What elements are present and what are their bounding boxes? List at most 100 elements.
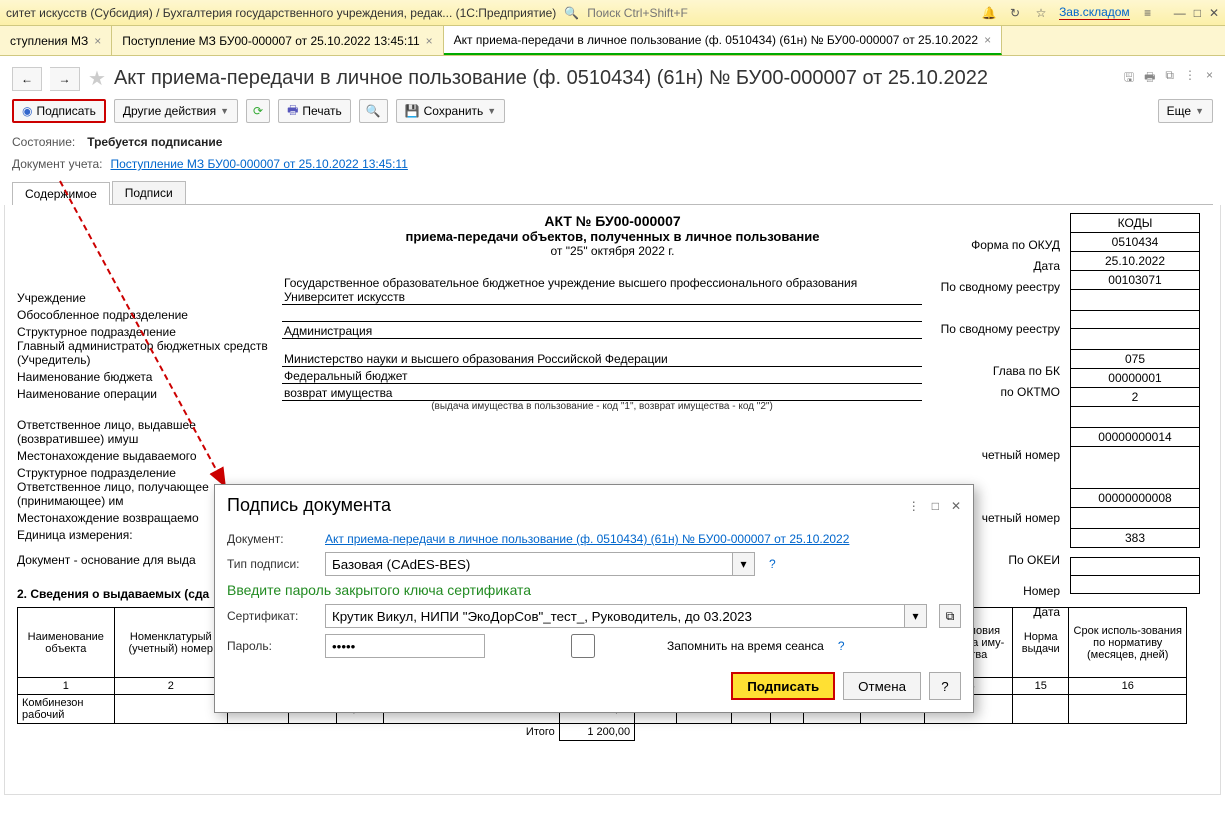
field-label: Наименование бюджета [17, 370, 282, 384]
field-value: Федеральный бюджет [282, 369, 922, 384]
tab-close-icon[interactable]: × [94, 34, 101, 48]
modal-type-label: Тип подписи: [227, 557, 317, 571]
code-value [1071, 329, 1200, 350]
code-label: по ОКТМО [840, 382, 1060, 403]
table-total-row: Итого 1 200,00 [18, 724, 1187, 741]
bell-icon[interactable]: 🔔 [981, 5, 997, 21]
code-value: 25.10.2022 [1071, 252, 1200, 271]
toolbar: ◉Подписать Другие действия▼ ⟳ 🖶Печать 🔍 … [0, 95, 1225, 133]
certificate-select[interactable] [325, 604, 905, 628]
sign-button[interactable]: ◉Подписать [12, 99, 106, 123]
search-icon: 🔍 [564, 6, 579, 20]
docref-link[interactable]: Поступление МЗ БУ00-000007 от 25.10.2022… [110, 157, 407, 171]
save-button[interactable]: 💾Сохранить▼ [396, 99, 506, 123]
help-icon[interactable]: ? [769, 557, 776, 571]
user-role-link[interactable]: Зав.складом [1059, 5, 1130, 20]
dropdown-icon[interactable]: ▾ [733, 552, 755, 576]
password-input[interactable] [325, 634, 485, 658]
dropdown-icon[interactable]: ▾ [905, 604, 927, 628]
dialog-title: Подпись документа [227, 495, 908, 516]
tab-close-icon[interactable]: × [984, 33, 991, 47]
document-tab-active[interactable]: Акт приема-передачи в личное пользование… [444, 26, 1002, 55]
codes-box: КОДЫ 0510434 25.10.2022 00103071 075 000… [1070, 213, 1200, 594]
page-title: Акт приема-передачи в личное пользование… [114, 67, 988, 90]
external-icon[interactable]: ⧉ [1165, 68, 1174, 89]
col-header: Срок исполь-зования по нормативу (месяце… [1069, 608, 1187, 678]
dialog-close-icon[interactable]: ✕ [951, 499, 961, 513]
docref-label: Документ учета: [12, 157, 102, 171]
status-label: Состояние: [12, 135, 75, 149]
remember-text: Запомнить на время сеанса [667, 639, 824, 653]
refresh-icon: ⟳ [253, 104, 263, 118]
search-input[interactable] [583, 4, 803, 22]
code-value [1071, 407, 1200, 428]
printer-icon: 🖶 [287, 101, 298, 122]
star-icon[interactable]: ☆ [1033, 5, 1049, 21]
modal-cert-label: Сертификат: [227, 609, 317, 623]
tab-label: ступления МЗ [10, 34, 88, 48]
nav-back-button[interactable]: ← [12, 67, 42, 91]
menu-icon[interactable]: ≡ [1140, 5, 1156, 21]
field-value: Администрация [282, 324, 922, 339]
nav-forward-button[interactable]: → [50, 67, 80, 91]
window-close-icon[interactable]: ✕ [1209, 6, 1219, 20]
dialog-cancel-button[interactable]: Отмена [843, 672, 921, 700]
docref-row: Документ учета: Поступление МЗ БУ00-0000… [0, 155, 1225, 181]
window-minimize-icon[interactable]: — [1174, 6, 1186, 20]
print-button[interactable]: 🖶Печать [278, 99, 351, 123]
document-tab[interactable]: Поступление МЗ БУ00-000007 от 25.10.2022… [112, 26, 443, 55]
tab-signatures[interactable]: Подписи [112, 181, 186, 204]
help-icon[interactable]: ? [838, 639, 845, 653]
other-actions-button[interactable]: Другие действия▼ [114, 99, 238, 123]
cell: Комбинезон рабочий [18, 695, 115, 724]
field-label: Наименование операции [17, 387, 282, 401]
dialog-more-icon[interactable]: ⋮ [908, 499, 920, 513]
code-label: По сводному реестру [840, 277, 1060, 298]
code-value [1071, 508, 1200, 529]
modal-doc-link[interactable]: Акт приема-передачи в личное пользование… [325, 532, 849, 546]
find-button[interactable]: 🔍 [359, 99, 388, 123]
tab-close-icon[interactable]: × [426, 34, 433, 48]
favorite-star-icon[interactable]: ★ [88, 66, 106, 91]
field-hint: (выдача имущества в пользование - код "1… [282, 401, 922, 412]
attach-icon[interactable]: 🖫 [1124, 68, 1134, 89]
inner-tabs: Содержимое Подписи [0, 181, 1225, 205]
global-search: 🔍 [564, 4, 973, 22]
tab-label: Поступление МЗ БУ00-000007 от 25.10.2022… [122, 34, 419, 48]
dialog-sign-button[interactable]: Подписать [731, 672, 835, 700]
code-value [1071, 576, 1200, 594]
status-value: Требуется подписание [87, 135, 222, 149]
remember-checkbox-label[interactable]: Запомнить на время сеанса [503, 634, 824, 658]
code-value: 383 [1071, 529, 1200, 548]
modal-prompt: Введите пароль закрытого ключа сертифика… [227, 582, 961, 598]
code-label: Глава по БК [840, 361, 1060, 382]
field-value [282, 321, 922, 322]
code-value [1071, 558, 1200, 576]
code-value: 00000000014 [1071, 428, 1200, 447]
page-close-icon[interactable]: × [1206, 68, 1213, 89]
document-tab[interactable]: ступления МЗ × [0, 26, 112, 55]
stamp-icon: ◉ [22, 104, 32, 118]
code-value: 00103071 [1071, 271, 1200, 290]
refresh-button[interactable]: ⟳ [246, 99, 270, 123]
field-label: Учреждение [17, 291, 282, 305]
remember-checkbox[interactable] [503, 634, 663, 658]
field-value: возврат имущества [282, 386, 922, 401]
tab-content[interactable]: Содержимое [12, 182, 110, 205]
history-icon[interactable]: ↻ [1007, 5, 1023, 21]
more-dots-icon[interactable]: ⋮ [1184, 68, 1196, 89]
code-value [1071, 311, 1200, 329]
print-icon[interactable]: 🖶 [1144, 68, 1155, 89]
cert-browse-button[interactable]: ⧉ [939, 604, 961, 628]
more-button[interactable]: Еще▼ [1158, 99, 1213, 123]
dialog-help-button[interactable]: ? [929, 672, 961, 700]
code-value: 2 [1071, 388, 1200, 407]
field-value: Министерство науки и высшего образования… [282, 352, 922, 367]
diskette-icon: 💾 [405, 104, 420, 118]
codes-header: КОДЫ [1071, 214, 1200, 233]
sign-type-select[interactable] [325, 552, 733, 576]
window-maximize-icon[interactable]: □ [1194, 6, 1201, 20]
dialog-maximize-icon[interactable]: □ [932, 499, 939, 513]
modal-pwd-label: Пароль: [227, 639, 317, 653]
field-value: Государственное образовательное бюджетно… [282, 276, 922, 305]
